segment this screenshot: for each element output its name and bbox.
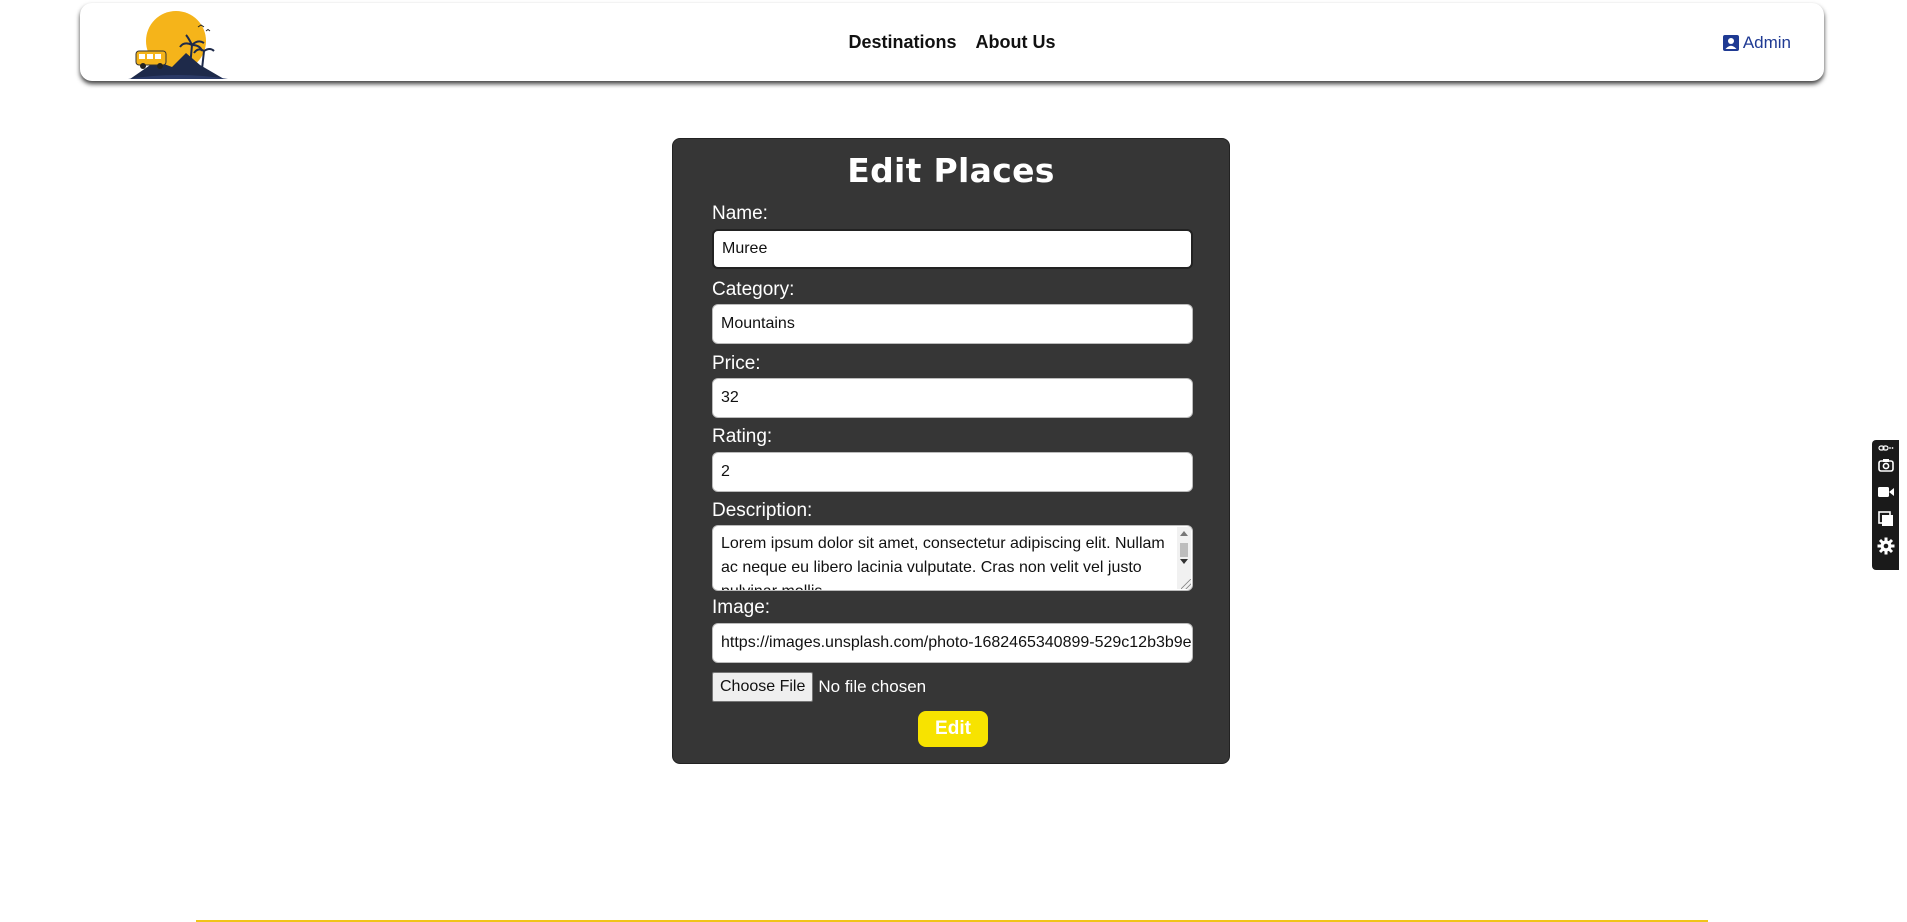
nav-link-destinations[interactable]: Destinations xyxy=(848,32,956,52)
description-text: Lorem ipsum dolor sit amet, consectetur … xyxy=(721,535,1165,590)
form-title: Edit Places xyxy=(847,151,1055,190)
side-toolbar xyxy=(1872,440,1899,570)
admin-label: Admin xyxy=(1742,33,1791,52)
scroll-down-arrow-icon[interactable] xyxy=(1180,559,1188,564)
price-label: Price: xyxy=(712,353,761,374)
gear-icon[interactable] xyxy=(1876,537,1895,555)
name-label: Name: xyxy=(712,203,768,224)
nav-links: Destinations About Us xyxy=(80,32,1824,53)
scroll-up-arrow-icon[interactable] xyxy=(1180,531,1188,536)
image-label: Image: xyxy=(712,597,771,618)
copy-icon[interactable] xyxy=(1876,510,1895,528)
resize-grip-icon[interactable] xyxy=(1181,579,1191,589)
description-textarea[interactable]: Lorem ipsum dolor sit amet, consectetur … xyxy=(712,525,1193,591)
price-input[interactable]: 32 xyxy=(712,378,1193,418)
edit-button[interactable]: Edit xyxy=(918,711,988,747)
description-label: Description: xyxy=(712,500,813,521)
image-url-input[interactable]: https://images.unsplash.com/photo-168246… xyxy=(712,623,1193,663)
category-label: Category: xyxy=(712,279,795,300)
link-icon[interactable] xyxy=(1876,442,1895,454)
choose-file-button[interactable]: Choose File xyxy=(712,672,814,702)
scroll-thumb[interactable] xyxy=(1180,543,1188,557)
admin-link[interactable]: Admin xyxy=(1722,33,1791,53)
file-status: No file chosen xyxy=(818,677,927,696)
nav-link-about-us[interactable]: About Us xyxy=(976,32,1056,52)
user-square-icon xyxy=(1722,35,1739,51)
file-upload-row: Choose File No file chosen xyxy=(712,672,926,702)
top-navbar: Destinations About Us Admin xyxy=(80,3,1824,81)
rating-input[interactable]: 2 xyxy=(712,452,1193,492)
category-input[interactable]: Mountains xyxy=(712,304,1193,344)
name-input[interactable]: Muree xyxy=(712,229,1193,269)
video-icon[interactable] xyxy=(1876,483,1895,501)
camera-icon[interactable] xyxy=(1876,456,1895,474)
rating-label: Rating: xyxy=(712,426,773,447)
edit-places-card: Edit Places Name: Muree Category: Mounta… xyxy=(672,138,1230,764)
